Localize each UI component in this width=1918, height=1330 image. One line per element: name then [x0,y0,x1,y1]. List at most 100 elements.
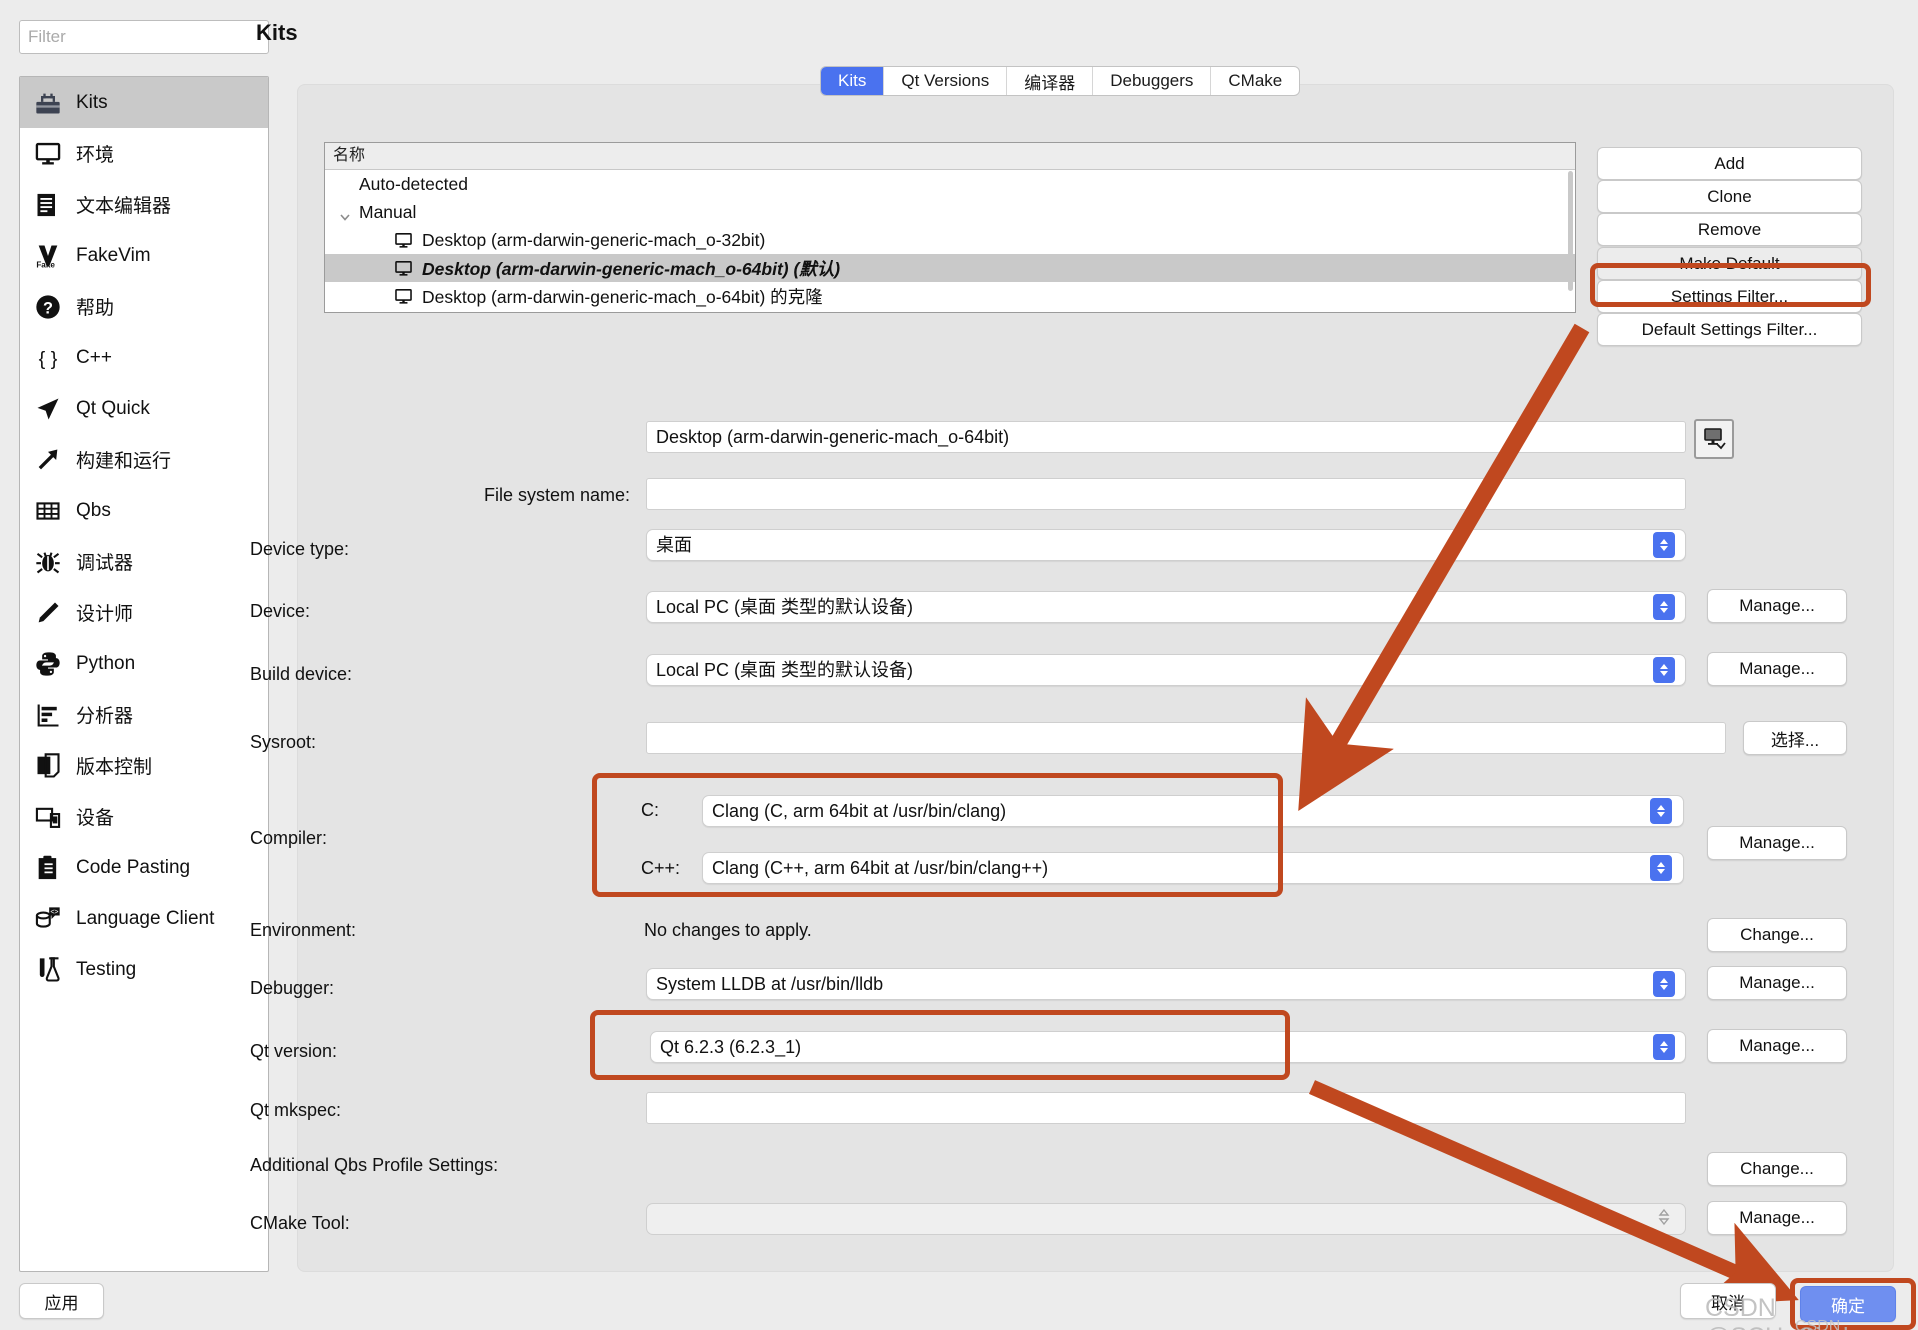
tab-编译器[interactable]: 编译器 [1007,67,1094,95]
sidebar-item-5[interactable]: { } C++ [20,332,268,383]
sidebar-item-11[interactable]: Python [20,638,268,689]
additional-qbs-change-button[interactable]: Change... [1707,1152,1847,1186]
sidebar-item-label: FakeVim [76,244,151,266]
device-type-select[interactable]: 桌面 [646,529,1686,561]
debugger-manage-button[interactable]: Manage... [1707,966,1847,1000]
cancel-button[interactable]: 取消 [1680,1283,1776,1319]
side-button-remove[interactable]: Remove [1597,213,1862,246]
sidebar-item-7[interactable]: 构建和运行 [20,434,268,485]
build-device-select[interactable]: Local PC (桌面 类型的默认设备) [646,654,1686,686]
sidebar-item-1[interactable]: 环境 [20,128,268,179]
device-type-chevron-icon[interactable] [1653,532,1675,558]
qt-version-manage-button[interactable]: Manage... [1707,1029,1847,1063]
tree-row[interactable]: Desktop (arm-darwin-generic-mach_o-64bit… [325,254,1575,282]
cmake-tool-chevron-icon[interactable] [1658,1208,1670,1231]
compiler-cxx-chevron-icon[interactable] [1650,855,1672,881]
qt-mkspec-input[interactable] [646,1092,1686,1124]
compiler-c-chevron-icon[interactable] [1650,798,1672,824]
side-button-add[interactable]: Add [1597,147,1862,180]
side-button-make-default[interactable]: Make Default [1597,247,1862,280]
sidebar-item-label: 分析器 [76,706,134,727]
tree-row[interactable]: x86-darwin-generic-mach_o-32bit [325,310,1575,312]
qt-version-select[interactable]: Qt 6.2.3 (6.2.3_1) [650,1031,1686,1063]
svg-text:<>: <> [50,908,58,915]
tree-row[interactable]: Manual [325,198,1575,226]
sysroot-input[interactable] [646,722,1726,754]
device-label: Device: [250,601,311,621]
tree-scrollbar[interactable] [1568,171,1573,291]
environment-label: Environment: [250,920,357,940]
tree-row[interactable]: Desktop (arm-darwin-generic-mach_o-32bit… [325,226,1575,254]
sidebar-item-2[interactable]: 文本编辑器 [20,179,268,230]
filter-input[interactable]: Filter [19,20,269,54]
settings-sidebar[interactable]: Kits 环境文本编辑器 Fake FakeVim? 帮助 { } C++ Qt Quick 构… [19,76,269,1272]
sidebar-item-15[interactable]: Code Pasting [20,842,268,893]
compiler-c-label: C: [641,800,659,820]
sidebar-item-0[interactable]: Kits [20,77,268,128]
debugger-select[interactable]: System LLDB at /usr/bin/lldb [646,968,1686,1000]
sidebar-item-10[interactable]: 设计师 [20,587,268,638]
test-tube-icon [34,956,62,984]
tab-kits[interactable]: Kits [821,67,885,95]
tab-qt-versions[interactable]: Qt Versions [884,67,1008,95]
svg-text:?: ? [43,299,53,317]
debugger-label: Debugger: [250,978,335,998]
kits-tree[interactable]: 名称 Auto-detected Manual Desktop (arm-darwi… [324,142,1576,313]
sidebar-item-6[interactable]: Qt Quick [20,383,268,434]
sidebar-item-9[interactable]: 调试器 [20,536,268,587]
ok-button[interactable]: 确定 [1800,1286,1896,1322]
sidebar-item-13[interactable]: 版本控制 [20,740,268,791]
sidebar-item-label: C++ [76,346,112,368]
sidebar-item-label: Code Pasting [76,856,191,878]
sidebar-item-3[interactable]: Fake FakeVim [20,230,268,281]
tree-row[interactable]: Desktop (arm-darwin-generic-mach_o-64bit… [325,282,1575,310]
sidebar-item-label: Language Client [76,907,215,929]
sidebar-item-12[interactable]: 分析器 [20,689,268,740]
side-button-settings-filter[interactable]: Settings Filter... [1597,280,1862,313]
additional-qbs-label: Additional Qbs Profile Settings: [250,1155,499,1175]
cmake-tool-manage-button[interactable]: Manage... [1707,1201,1847,1235]
devices-icon [34,803,62,831]
environment-change-button[interactable]: Change... [1707,918,1847,952]
build-device-label: Build device: [250,664,353,684]
sidebar-item-label: 环境 [76,145,115,166]
sidebar-item-label: 版本控制 [76,757,153,778]
tab-bar[interactable]: Kits Qt Versions 编译器 Debuggers CMake [820,66,1301,96]
qt-version-chevron-icon[interactable] [1653,1034,1675,1060]
side-button-label: Settings Filter... [1670,286,1789,306]
cmake-tool-select[interactable] [646,1203,1686,1235]
device-chevron-icon[interactable] [1653,594,1675,620]
build-device-chevron-icon[interactable] [1653,657,1675,683]
side-button-clone[interactable]: Clone [1597,180,1862,213]
apply-button[interactable]: 应用 [19,1283,104,1319]
tree-row-label: Manual [359,201,417,222]
sidebar-item-4[interactable]: ? 帮助 [20,281,268,332]
chevron-down-icon[interactable] [339,207,350,221]
tab-debuggers[interactable]: Debuggers [1093,67,1212,95]
sidebar-item-17[interactable]: Testing [20,944,268,995]
environment-value: No changes to apply. [644,920,812,940]
compiler-manage-button[interactable]: Manage... [1707,826,1847,860]
file-system-name-input[interactable] [646,478,1686,510]
tab-cmake[interactable]: CMake [1211,67,1299,95]
build-device-manage-button[interactable]: Manage... [1707,652,1847,686]
compiler-c-select[interactable]: Clang (C, arm 64bit at /usr/bin/clang) [702,795,1684,827]
compiler-cxx-select[interactable]: Clang (C++, arm 64bit at /usr/bin/clang+… [702,852,1684,884]
device-select[interactable]: Local PC (桌面 类型的默认设备) [646,591,1686,623]
sidebar-item-14[interactable]: 设备 [20,791,268,842]
device-manage-button[interactable]: Manage... [1707,589,1847,623]
device-type-value: 桌面 [656,535,692,555]
kit-icon-button[interactable] [1694,419,1734,459]
side-button-default-settings-filter[interactable]: Default Settings Filter... [1597,313,1862,346]
sysroot-browse-button[interactable]: 选择... [1743,721,1847,755]
sidebar-item-16[interactable]: <> Language Client [20,893,268,944]
tree-row[interactable]: Auto-detected [325,170,1575,198]
side-button-label: Default Settings Filter... [1641,319,1818,339]
kit-name-input[interactable]: Desktop (arm-darwin-generic-mach_o-64bit… [646,421,1686,453]
file-system-name-label: File system name: [483,485,630,505]
debugger-chevron-icon[interactable] [1653,971,1675,997]
debugger-value: System LLDB at /usr/bin/lldb [656,974,884,994]
tree-row-label: Desktop (arm-darwin-generic-mach_o-64bit… [422,258,841,279]
sidebar-item-label: 设备 [76,808,115,829]
sidebar-item-8[interactable]: Qbs [20,485,268,536]
